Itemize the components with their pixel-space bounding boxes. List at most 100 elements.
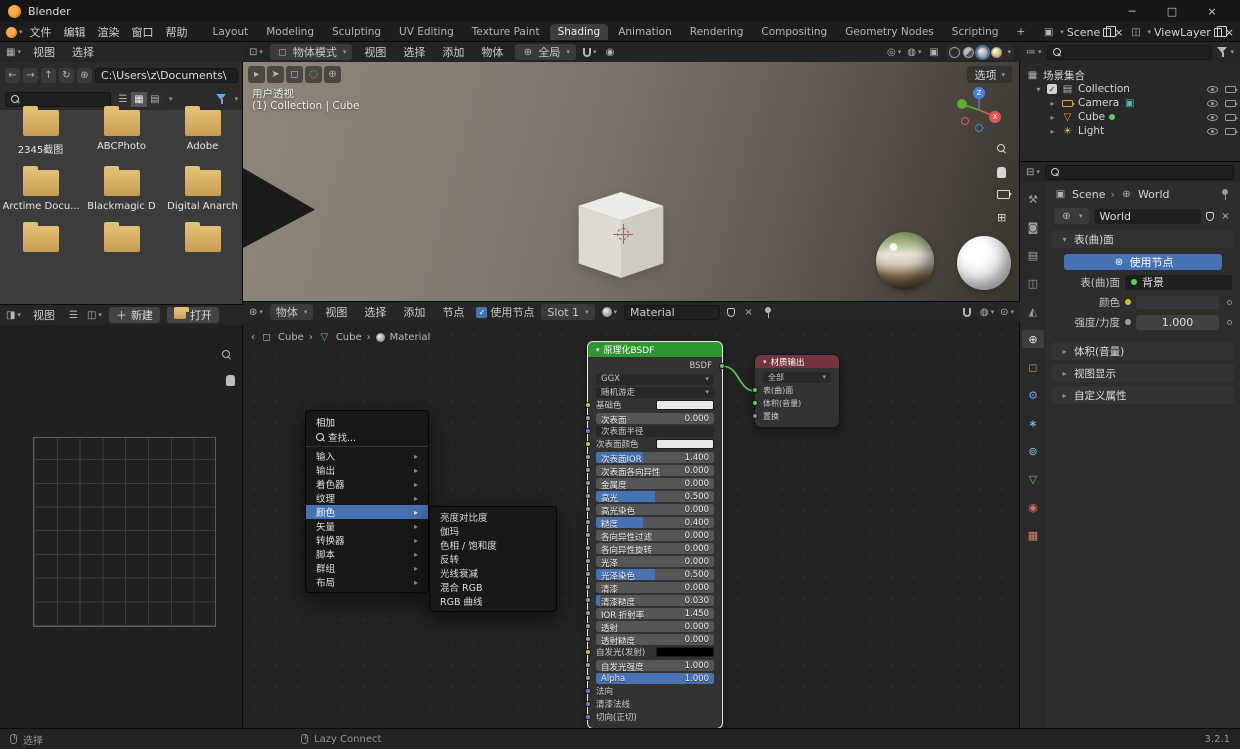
transform-orientation[interactable]: ⊕ 全局 ▾	[515, 44, 576, 60]
editor-type-icon[interactable]: ⊟ ▾	[1026, 165, 1040, 179]
perspective-toggle-icon[interactable]: ⊞	[997, 211, 1006, 224]
editor-menus-icon[interactable]: ☰	[67, 308, 80, 322]
bsdf-input-anisotropic[interactable]: 各向异性过滤 0.000	[585, 529, 714, 541]
decorator-dot-icon[interactable]	[1227, 319, 1232, 325]
material-preview-icon[interactable]	[977, 46, 989, 58]
new-scene-icon[interactable]	[1103, 25, 1117, 37]
outliner-search-input[interactable]	[1064, 45, 1207, 59]
tab-particles[interactable]: ∗	[1022, 414, 1044, 432]
folder-item[interactable]	[0, 222, 81, 252]
tab-output[interactable]: ▤	[1022, 246, 1044, 264]
camera-view-icon[interactable]	[997, 189, 1012, 202]
overlays-icon[interactable]: ◍ ▾	[980, 305, 994, 319]
forward-button[interactable]: →	[23, 67, 38, 83]
axis-z-dot[interactable]: Z	[973, 87, 985, 99]
submenu-item-hue-saturation[interactable]: 色相 / 饱和度	[430, 538, 556, 552]
output-target-select[interactable]: 全部 ▾	[763, 371, 831, 383]
disclosure-icon[interactable]: ▸	[1048, 113, 1057, 122]
workspace-tab-texture-paint[interactable]: Texture Paint	[464, 24, 548, 40]
wireframe-shading-icon[interactable]	[949, 46, 961, 58]
axis-y-dot[interactable]	[957, 99, 967, 109]
node-menu[interactable]: 节点	[437, 303, 469, 321]
folder-item[interactable]: Digital Anarch	[162, 166, 243, 212]
fake-user-icon[interactable]	[727, 307, 736, 317]
rendered-shading-icon[interactable]	[991, 46, 1003, 58]
toolbar-expand-icon[interactable]: ▸	[248, 66, 265, 83]
bsdf-input-transmission-roughness[interactable]: 透射糙度 0.000	[585, 633, 714, 645]
tab-view-layer[interactable]: ◫	[1022, 274, 1044, 292]
disclosure-icon[interactable]: ▸	[1048, 127, 1057, 136]
snap-magnet-icon[interactable]: ▾	[582, 45, 596, 59]
bsdf-input-clearcoat[interactable]: 清漆 0.000	[585, 581, 714, 593]
image-view-menu[interactable]: 视图	[28, 306, 60, 324]
file-search-field[interactable]	[5, 91, 111, 107]
refresh-button[interactable]: ↻	[59, 67, 74, 83]
file-browser-view-menu[interactable]: 视图	[28, 43, 60, 61]
bsdf-input-emission-strength[interactable]: 自发光强度 1.000	[585, 659, 714, 671]
menu-item-search[interactable]: 查找...	[306, 430, 428, 444]
pin-icon[interactable]	[1219, 187, 1232, 201]
tab-object-data[interactable]: ▽	[1022, 470, 1044, 488]
outliner-row-light[interactable]: ▸ ☀ Light	[1020, 124, 1240, 138]
new-viewlayer-icon[interactable]	[1213, 25, 1227, 37]
bsdf-input-metallic[interactable]: 金属度 0.000	[585, 477, 714, 489]
select-menu[interactable]: 选择	[398, 43, 430, 61]
tab-texture[interactable]: ▦	[1022, 526, 1044, 544]
image-browse-icon[interactable]: ◫ ▾	[87, 308, 102, 322]
display-list-icon[interactable]: ☰	[115, 92, 131, 107]
back-button[interactable]: ←	[5, 67, 20, 83]
menu-item-color[interactable]: 颜色 ▸	[306, 505, 428, 519]
open-image-button[interactable]: 打开	[166, 307, 219, 323]
file-browser-select-menu[interactable]: 选择	[67, 43, 99, 61]
scene-selector[interactable]: ▣ ▾ Scene ×	[1042, 25, 1123, 39]
tab-material[interactable]: ◉	[1022, 498, 1044, 516]
parent-dir-button[interactable]: ↑	[41, 67, 56, 83]
xray-toggle-icon[interactable]: ▣	[927, 45, 940, 59]
hide-eye-icon[interactable]	[1207, 127, 1218, 135]
collection-checkbox[interactable]: ✓	[1047, 84, 1057, 94]
unlink-world-icon[interactable]: ×	[1219, 209, 1232, 223]
editor-type-icon[interactable]: ◨ ▾	[6, 308, 21, 322]
bsdf-input-normal[interactable]: 法向	[585, 685, 714, 697]
use-nodes-checkbox[interactable]: ✓ 使用节点	[476, 304, 534, 320]
proportional-edit-icon[interactable]: ◉	[603, 45, 616, 59]
bsdf-input-base-color[interactable]: 基础色	[585, 399, 714, 411]
disable-render-icon[interactable]	[1225, 99, 1238, 107]
create-directory-icon[interactable]: ⊕	[77, 67, 92, 83]
maximize-button[interactable]: □	[1152, 0, 1192, 22]
workspace-tab-modeling[interactable]: Modeling	[258, 24, 322, 40]
slot-selector[interactable]: Slot 1 ▾	[541, 304, 595, 320]
editor-type-icon[interactable]: ▦ ▾	[6, 45, 21, 59]
node-options-icon[interactable]: ⊙ ▾	[1000, 305, 1014, 319]
bsdf-input-clearcoat-roughness[interactable]: 清漆糙度 0.030	[585, 594, 714, 606]
bsdf-input-anisotropic-rotation[interactable]: 各向异性旋转 0.000	[585, 542, 714, 554]
options-dropdown[interactable]: 选项 ▾	[967, 66, 1012, 83]
workspace-tab-shading[interactable]: Shading	[549, 24, 609, 40]
menu-render[interactable]: 渲染	[93, 23, 125, 41]
zoom-gizmo-icon[interactable]	[219, 347, 237, 365]
move-tool-icon[interactable]: ⊕	[324, 66, 341, 83]
bsdf-input-alpha[interactable]: Alpha 1.000	[585, 672, 714, 684]
disclosure-icon[interactable]: ▸	[1048, 99, 1057, 108]
use-nodes-button[interactable]: ⊛ 使用节点	[1064, 254, 1222, 270]
dark-plane-object[interactable]	[243, 168, 315, 248]
tweak-tool-icon[interactable]: ➤	[267, 66, 284, 83]
color-swatch[interactable]	[656, 647, 714, 657]
menu-item-group[interactable]: 群组 ▸	[306, 561, 428, 576]
cursor-tool-icon[interactable]: ◌	[305, 66, 322, 83]
strength-field[interactable]: 1.000	[1136, 314, 1219, 330]
axis-z-neg-dot[interactable]	[975, 124, 983, 132]
folder-item[interactable]: 2345截图	[0, 106, 81, 156]
world-name-field[interactable]: World	[1093, 208, 1201, 224]
navigation-gizmo[interactable]: Z X	[955, 86, 1003, 134]
world-browse-button[interactable]: ⊕ ▾	[1054, 208, 1089, 224]
viewlayer-selector[interactable]: ◫ ▾ ViewLayer ×	[1129, 25, 1234, 39]
folder-item[interactable]: Blackmagic D	[81, 166, 162, 212]
tab-render[interactable]: ◙	[1022, 218, 1044, 236]
view-menu[interactable]: 视图	[320, 303, 352, 321]
outliner-row-scene-collection[interactable]: ▦ 场景集合	[1020, 68, 1240, 82]
submenu-item-bright-contrast[interactable]: 亮度对比度	[430, 510, 556, 524]
bsdf-input-sheen[interactable]: 光泽 0.000	[585, 555, 714, 567]
mode-selector[interactable]: ◻ 物体模式 ▾	[269, 44, 353, 60]
unlink-material-icon[interactable]: ×	[742, 305, 755, 319]
